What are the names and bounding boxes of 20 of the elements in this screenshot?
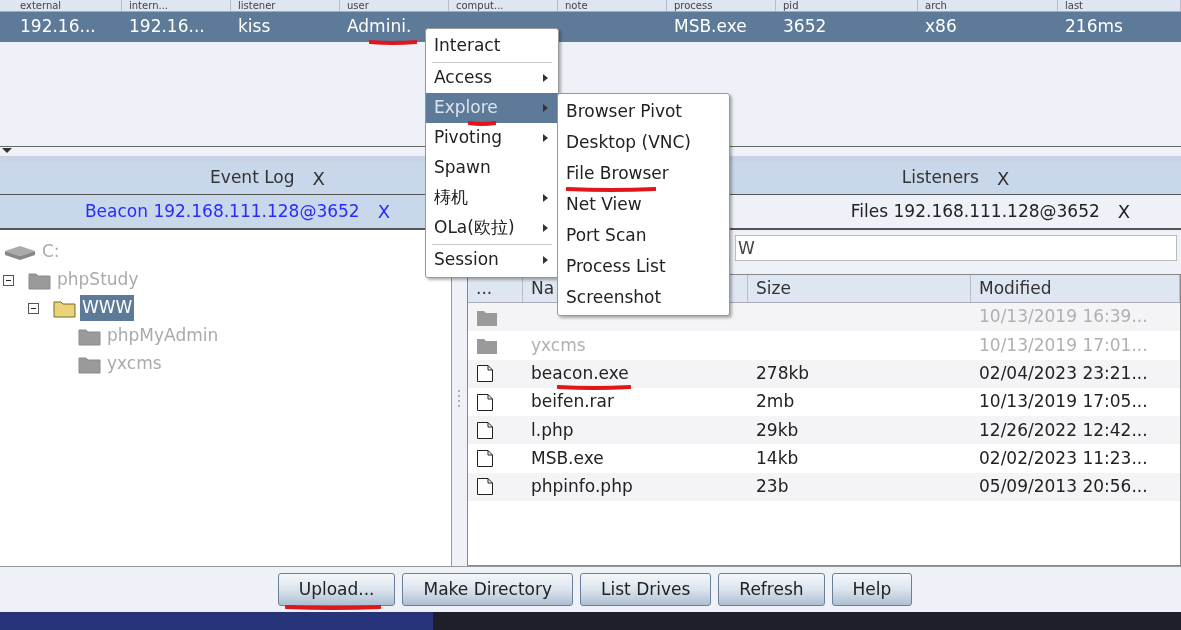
table-cell-text: 3652: [783, 15, 827, 39]
file-size: 278kb: [756, 363, 810, 383]
table-cell: Admini.: [347, 14, 412, 40]
table-cell-text: x86: [925, 15, 957, 39]
file-modified: 12/26/2022 12:42...: [979, 419, 1148, 440]
file-size: 14kb: [756, 447, 799, 468]
table-cell-text: kiss: [238, 15, 271, 39]
file-modified: 10/13/2019 17:05...: [979, 391, 1148, 412]
file-modified: 10/13/2019 17:01...: [979, 334, 1148, 355]
table-cell-text: 216ms: [1065, 15, 1123, 39]
table-cell-text: 192.16...: [129, 15, 205, 39]
file-size: 23b: [756, 476, 789, 497]
file-modified: 10/13/2019 16:39...: [979, 306, 1148, 327]
file-modified: 02/04/2023 23:21...: [979, 363, 1148, 383]
table-cell-text: 192.16...: [20, 15, 96, 39]
file-size: 2mb: [756, 391, 795, 412]
file-modified: 02/02/2023 11:23...: [979, 447, 1148, 468]
file-modified: 05/09/2013 20:56...: [979, 476, 1148, 497]
file-size: 29kb: [756, 419, 799, 440]
table-cell-text: MSB.exe: [674, 15, 747, 39]
